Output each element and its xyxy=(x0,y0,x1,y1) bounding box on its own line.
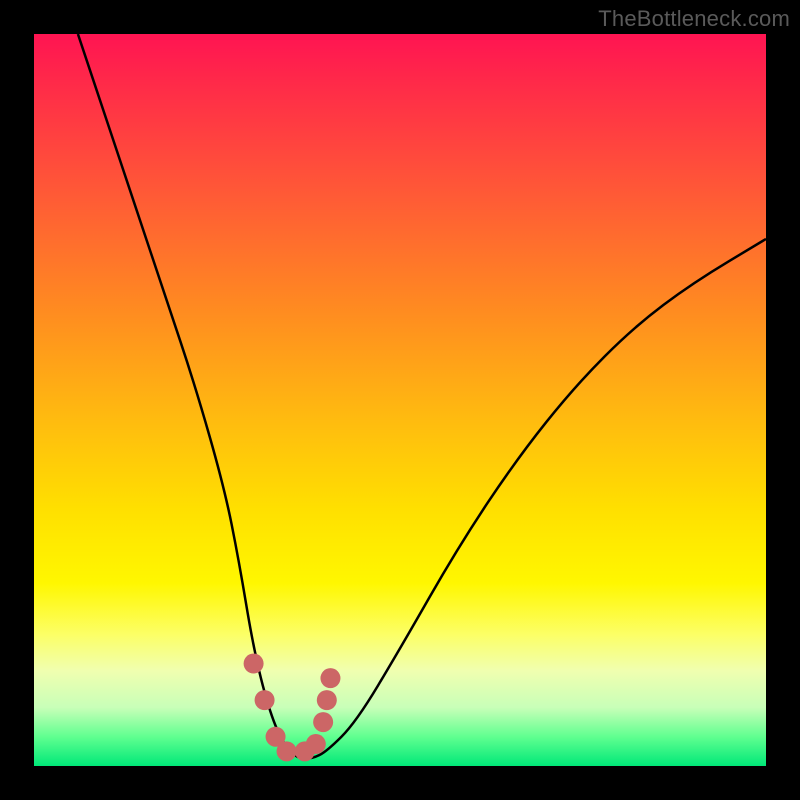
bottleneck-curve-path xyxy=(78,34,766,759)
highlight-marker xyxy=(313,712,333,732)
highlight-marker xyxy=(277,741,297,761)
highlight-marker xyxy=(317,690,337,710)
highlight-marker xyxy=(255,690,275,710)
highlight-marker xyxy=(306,734,326,754)
watermark-text: TheBottleneck.com xyxy=(598,6,790,32)
chart-frame: TheBottleneck.com xyxy=(0,0,800,800)
highlight-markers xyxy=(244,654,341,762)
highlight-marker xyxy=(244,654,264,674)
bottleneck-curve xyxy=(78,34,766,759)
plot-area xyxy=(34,34,766,766)
curve-layer xyxy=(34,34,766,766)
highlight-marker xyxy=(320,668,340,688)
